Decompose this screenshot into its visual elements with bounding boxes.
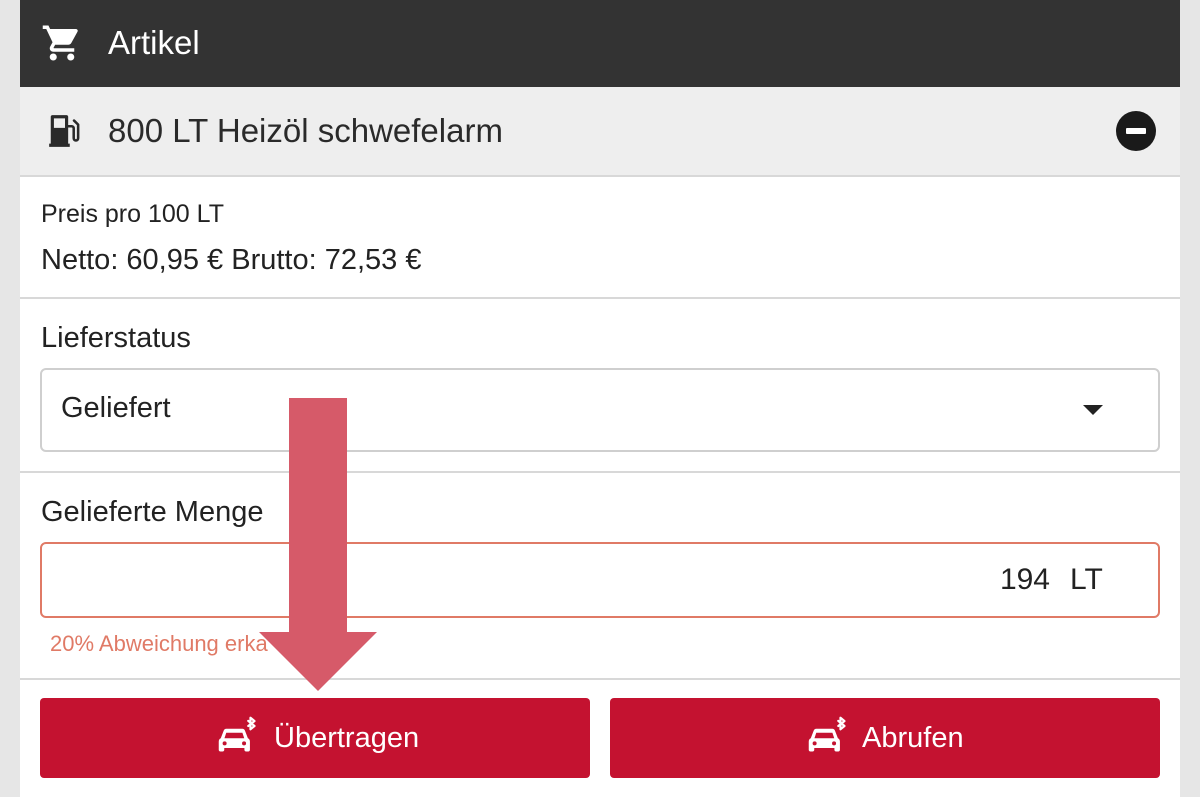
delivery-status-label: Lieferstatus bbox=[41, 322, 191, 354]
chevron-down-icon bbox=[1083, 405, 1103, 415]
delivery-status-select[interactable]: Geliefert bbox=[40, 368, 1160, 452]
quantity-unit: LT bbox=[1070, 563, 1103, 596]
delivered-quantity-input[interactable]: 194 LT bbox=[40, 542, 1160, 618]
fetch-button[interactable]: Abrufen bbox=[610, 698, 1160, 778]
price-section: Preis pro 100 LT Netto: 60,95 € Brutto: … bbox=[20, 177, 1180, 299]
transfer-label: Übertragen bbox=[274, 722, 420, 754]
app-header: Artikel bbox=[20, 0, 1180, 87]
article-panel: Artikel 800 LT Heizöl schwefelarm Preis … bbox=[20, 0, 1180, 797]
deviation-warning: 20% Abweichung erka bbox=[50, 631, 268, 656]
fetch-label: Abrufen bbox=[862, 722, 964, 754]
cart-icon bbox=[42, 25, 78, 61]
transfer-button[interactable]: Übertragen bbox=[40, 698, 590, 778]
collapse-icon[interactable] bbox=[1116, 111, 1156, 151]
page-title: Artikel bbox=[108, 24, 200, 61]
delivered-quantity-section: Gelieferte Menge 194 LT 20% Abweichung e… bbox=[20, 473, 1180, 680]
truck-bluetooth-icon bbox=[808, 716, 846, 752]
truck-bluetooth-icon bbox=[218, 716, 256, 752]
item-header[interactable]: 800 LT Heizöl schwefelarm bbox=[20, 87, 1180, 177]
price-label: Preis pro 100 LT bbox=[41, 200, 224, 228]
delivered-quantity-label: Gelieferte Menge bbox=[41, 496, 264, 528]
quantity-value: 194 bbox=[999, 563, 1050, 596]
delivery-status-section: Lieferstatus Geliefert bbox=[20, 299, 1180, 473]
item-name: 800 LT Heizöl schwefelarm bbox=[108, 112, 503, 149]
fuel-pump-icon bbox=[49, 115, 80, 147]
delivery-status-value: Geliefert bbox=[61, 392, 171, 424]
price-values: Netto: 60,95 € Brutto: 72,53 € bbox=[41, 244, 422, 276]
